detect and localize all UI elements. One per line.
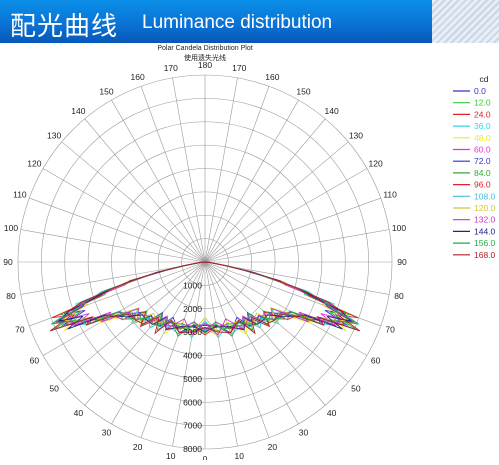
angle-label: 90 (3, 257, 13, 267)
angle-label: 60 (30, 356, 40, 366)
angle-label: 110 (383, 190, 397, 200)
grid-spoke (204, 261, 326, 406)
angle-label: 60 (371, 356, 381, 366)
radial-label: 5000 (183, 374, 202, 384)
angle-label: 30 (299, 428, 309, 438)
grid-spoke (204, 118, 326, 263)
angle-label: 140 (71, 106, 85, 116)
angle-label: 160 (265, 72, 279, 82)
legend-entry: 12.0 (474, 98, 491, 108)
angle-label: 70 (15, 324, 25, 334)
angle-label: 10 (234, 451, 244, 460)
angle-label: 20 (133, 442, 143, 452)
grid-spoke (29, 197, 206, 263)
legend-entry: 84.0 (474, 168, 491, 178)
angle-label: 70 (385, 324, 395, 334)
grid-spoke (204, 86, 270, 263)
angle-label: 10 (166, 451, 176, 460)
legend-entry: 168.0 (474, 250, 496, 260)
angle-label: 180 (198, 60, 212, 70)
angle-label: 130 (47, 130, 61, 140)
grid-spoke (204, 261, 270, 438)
page-title-en: Luminance distribution (142, 12, 333, 33)
angle-label: 170 (232, 63, 246, 73)
angle-label: 100 (392, 223, 406, 233)
grid-spoke (84, 118, 206, 263)
radial-label: 2000 (183, 304, 202, 314)
grid-spoke (204, 197, 381, 263)
chart-frame: Polar Candela Distribution Plot 使用遗失光线 1… (0, 43, 499, 464)
radial-label: 7000 (183, 421, 202, 431)
angle-label: 80 (394, 291, 404, 301)
legend-entry: 24.0 (474, 109, 491, 119)
grid-spoke (204, 141, 349, 263)
angle-label: 130 (349, 130, 363, 140)
radial-label: 8000 (183, 444, 202, 454)
angle-label: 120 (27, 159, 41, 169)
radial-label: 6000 (183, 397, 202, 407)
angle-label: 120 (369, 159, 383, 169)
legend-entry: 108.0 (474, 191, 496, 201)
legend-entry: 96.0 (474, 180, 491, 190)
radial-label: 4000 (183, 351, 202, 361)
radial-label: 1000 (183, 280, 202, 290)
grid-spoke (140, 86, 206, 263)
angle-label: 140 (325, 106, 339, 116)
angle-label: 110 (13, 190, 27, 200)
angle-label: 160 (131, 72, 145, 82)
legend-entry: 36.0 (474, 121, 491, 131)
angle-label: 50 (49, 384, 59, 394)
angle-label: 40 (74, 408, 84, 418)
header-decoration (432, 0, 499, 43)
legend-entry: 48.0 (474, 133, 491, 143)
legend-entry: 0.0 (474, 86, 486, 96)
legend-entry: 72.0 (474, 156, 491, 166)
legend-entry: 120.0 (474, 203, 496, 213)
angle-label: 100 (4, 223, 18, 233)
angle-label: 150 (296, 86, 310, 96)
angle-label: 20 (268, 442, 278, 452)
legend-entry: 132.0 (474, 215, 496, 225)
grid-spoke (61, 141, 206, 263)
angle-label: 90 (397, 257, 407, 267)
angle-label: 30 (102, 428, 112, 438)
radial-label: 3000 (183, 327, 202, 337)
angle-label: 80 (6, 291, 16, 301)
angle-label: 40 (327, 408, 337, 418)
angle-label: 50 (351, 384, 361, 394)
legend-title: cd (480, 74, 489, 84)
legend-entry: 144.0 (474, 226, 496, 236)
legend: cd 0.0 12.024.0 36.0 48.0 60.072.0 84.0 96.0108… (453, 74, 496, 260)
header-banner: 配光曲线 Luminance distribution (0, 0, 432, 43)
page-title-cn: 配光曲线 (10, 12, 119, 42)
polar-candela-chart: Polar Candela Distribution Plot 使用遗失光线 1… (3, 45, 496, 464)
angle-label: 150 (99, 86, 113, 96)
angle-label: 170 (164, 63, 178, 73)
chart-title: Polar Candela Distribution Plot (157, 45, 252, 52)
legend-entry: 60.0 (474, 145, 491, 155)
angle-label: 0 (203, 454, 208, 460)
legend-entry: 156.0 (474, 238, 496, 248)
